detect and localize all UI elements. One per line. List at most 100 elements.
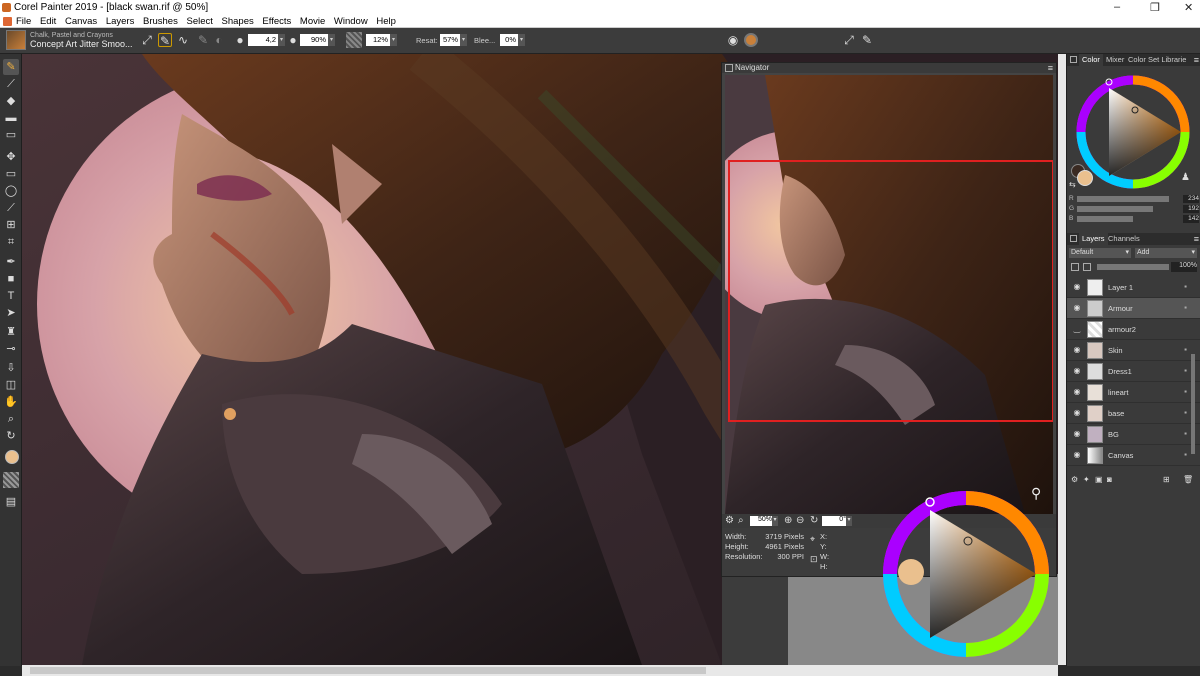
menu-effects[interactable]: Effects <box>262 16 291 27</box>
composite-depth-select[interactable]: Add ▾ <box>1135 248 1197 258</box>
dynamic-plugins-icon[interactable]: ✦ <box>1083 475 1090 484</box>
red-slider-bar[interactable] <box>1077 196 1169 202</box>
magic-wand-icon[interactable]: ⟋ <box>3 200 19 216</box>
transform-icon[interactable]: ⊞ <box>3 217 19 233</box>
layer-opacity-value[interactable]: 100% <box>1171 262 1197 272</box>
menu-edit[interactable]: Edit <box>40 16 56 27</box>
eye-closed-icon[interactable]: ‿ <box>1072 324 1082 334</box>
layer-row-skin[interactable]: ◉ Skin ▪ <box>1067 340 1200 361</box>
green-slider[interactable]: G 192 <box>1069 205 1199 213</box>
eye-icon[interactable]: ◉ <box>1072 366 1082 376</box>
new-layer-icon[interactable]: ⊞ <box>1163 475 1170 484</box>
horizontal-scrollbar[interactable] <box>22 665 1058 676</box>
bleed-field[interactable]: 0% <box>500 34 518 46</box>
mask-icon[interactable]: ◙ <box>1107 475 1112 484</box>
green-value[interactable]: 192 <box>1183 205 1199 213</box>
layer-row-armour[interactable]: ◉ Armour ▪ <box>1067 298 1200 319</box>
color-swatch-icon[interactable] <box>744 33 758 47</box>
freehand-stroke-icon[interactable]: ✎ <box>158 33 172 48</box>
eye-icon[interactable]: ◉ <box>1072 345 1082 355</box>
menu-brushes[interactable]: Brushes <box>143 16 178 27</box>
media-library-icon[interactable]: ▤ <box>3 494 19 510</box>
shape-select-icon[interactable]: ➤ <box>3 305 19 321</box>
eye-icon[interactable]: ◉ <box>1072 303 1082 313</box>
menu-shapes[interactable]: Shapes <box>222 16 254 27</box>
blue-slider[interactable]: B 142 <box>1069 215 1199 223</box>
brush-selector[interactable]: Chalk, Pastel and Crayons Concept Art Ji… <box>30 31 133 49</box>
dropper-tool-icon[interactable]: ⟋ <box>3 76 19 92</box>
red-value[interactable]: 234 <box>1183 195 1199 203</box>
opacity-dropdown[interactable]: ▾ <box>328 34 335 46</box>
pen-tool-icon[interactable]: ✒ <box>3 254 19 270</box>
straight-line-icon[interactable]: ∿ <box>176 33 190 47</box>
horizontal-scroll-thumb[interactable] <box>30 667 706 674</box>
zoom-icon[interactable]: ⌕ <box>738 515 744 526</box>
panel-close-icon[interactable] <box>725 64 733 72</box>
layer-row-layer-1[interactable]: ◉ Layer 1 ▪ <box>1067 277 1200 298</box>
tab-color-set-libraries[interactable]: Color Set Librarie <box>1125 54 1191 66</box>
eye-icon[interactable]: ◉ <box>1072 282 1082 292</box>
size-dropdown[interactable]: ▾ <box>278 34 285 46</box>
brush-tracking-icon[interactable]: ✎ <box>860 33 874 47</box>
perspective-icon[interactable]: ◫ <box>3 377 19 393</box>
layer-attributes-icon[interactable]: ⚙ <box>1071 475 1078 484</box>
opacity-slider[interactable] <box>1097 264 1169 270</box>
rect-select-icon[interactable]: ▭ <box>3 166 19 182</box>
swap-colors-icon[interactable]: ⇆ <box>1069 180 1076 189</box>
close-button[interactable]: ✕ <box>1184 1 1193 14</box>
zoom-field[interactable]: 50% <box>750 516 772 526</box>
layer-row-dress1[interactable]: ◉ Dress1 ▪ <box>1067 361 1200 382</box>
eye-icon[interactable]: ◉ <box>1072 408 1082 418</box>
size-field[interactable]: 4,2 <box>248 34 278 46</box>
layer-row-base[interactable]: ◉ base ▪ <box>1067 403 1200 424</box>
eye-icon[interactable]: ◉ <box>1072 429 1082 439</box>
opacity-field[interactable]: 90% <box>300 34 328 46</box>
crop-icon[interactable]: ⌗ <box>3 234 19 250</box>
app-menu-icon[interactable] <box>3 17 12 26</box>
navigator-header[interactable]: Navigator ≡ <box>722 63 1056 73</box>
main-color-swatch[interactable] <box>5 450 19 464</box>
navigator-view-rectangle[interactable] <box>728 160 1053 422</box>
menu-movie[interactable]: Movie <box>300 16 325 27</box>
paper-swatch-icon[interactable] <box>3 472 19 488</box>
menu-canvas[interactable]: Canvas <box>65 16 97 27</box>
dab-preview-icon[interactable]: ◉ <box>726 33 740 47</box>
menu-select[interactable]: Select <box>186 16 212 27</box>
mirror-icon[interactable]: ⇩ <box>3 360 19 376</box>
vertical-scrollbar[interactable] <box>1058 54 1066 665</box>
color-stamp-icon[interactable]: ♟ <box>1181 172 1190 183</box>
grain-field[interactable]: 12% <box>366 34 390 46</box>
brush-ghost-icon[interactable]: ◐ <box>212 33 226 47</box>
blue-value[interactable]: 142 <box>1183 215 1199 223</box>
layer-list-scrollbar[interactable] <box>1191 354 1195 454</box>
zoom-out-icon[interactable]: ⊖ <box>796 515 804 526</box>
clone-stamp-icon[interactable]: ♜ <box>3 324 19 340</box>
lock-layer-icon[interactable] <box>1071 263 1079 271</box>
tab-layers[interactable]: Layers <box>1079 233 1108 245</box>
floating-color-wheel[interactable] <box>880 488 1052 660</box>
color-wheel-large[interactable] <box>880 488 1052 660</box>
group-layers-icon[interactable]: ▣ <box>1095 475 1103 484</box>
magnifier-icon[interactable]: ⌕ <box>3 411 19 427</box>
eye-icon[interactable]: ◉ <box>1072 387 1082 397</box>
paint-bucket-icon[interactable]: ◆ <box>3 93 19 109</box>
panel-menu-icon[interactable]: ≡ <box>1048 63 1053 73</box>
menu-help[interactable]: Help <box>376 16 396 27</box>
layer-row-bg[interactable]: ◉ BG ▪ <box>1067 424 1200 445</box>
maximize-button[interactable]: ❐ <box>1150 1 1160 14</box>
blue-slider-bar[interactable] <box>1077 216 1133 222</box>
red-slider[interactable]: R 234 <box>1069 195 1199 203</box>
menu-layers[interactable]: Layers <box>106 16 135 27</box>
stroke-attributes-icon[interactable]: ✎ <box>196 33 210 47</box>
tab-color[interactable]: Color <box>1079 54 1103 66</box>
preserve-transparency-icon[interactable] <box>1083 263 1091 271</box>
lasso-icon[interactable]: ◯ <box>3 183 19 199</box>
layer-row-canvas[interactable]: ◉ Canvas ▪ <box>1067 445 1200 466</box>
minimize-button[interactable]: – <box>1114 1 1120 13</box>
grabber-icon[interactable]: ✋ <box>3 394 19 410</box>
panel-close-icon[interactable] <box>1070 235 1077 242</box>
fill-tool-icon[interactable]: ▬ <box>3 110 19 126</box>
shape-tool-icon[interactable]: ■ <box>3 271 19 287</box>
dodge-icon[interactable]: ⊸ <box>3 341 19 357</box>
text-tool-icon[interactable]: T <box>3 288 19 304</box>
